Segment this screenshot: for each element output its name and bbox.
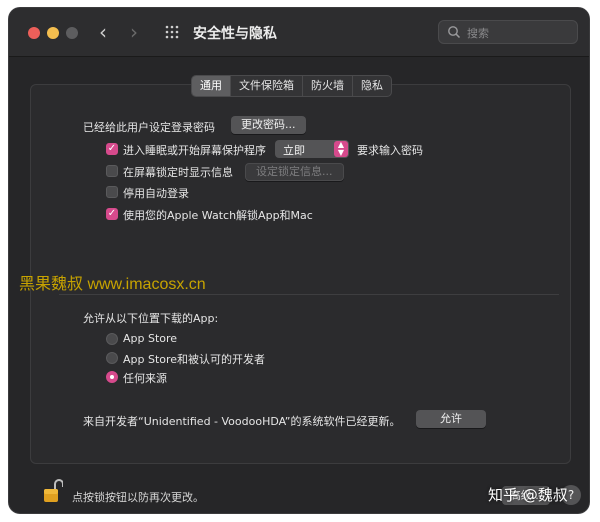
title-bar: ‹ › 安全性与隐私 搜索 xyxy=(9,8,589,57)
back-chevron-icon[interactable]: ‹ xyxy=(99,20,107,44)
disable-autologin-label: 停用自动登录 xyxy=(123,187,189,200)
forward-chevron-icon[interactable]: › xyxy=(130,20,138,44)
tab-general[interactable]: 通用 xyxy=(192,76,231,96)
downloads-heading: 允许从以下位置下载的App: xyxy=(83,312,219,325)
zhihu-watermark: 知乎 @魏叔 xyxy=(488,486,568,504)
apple-watch-label: 使用您的Apple Watch解锁App和Mac xyxy=(123,209,313,222)
close-button[interactable] xyxy=(28,27,40,39)
change-password-button[interactable]: 更改密码... xyxy=(231,116,306,134)
apple-watch-checkbox[interactable]: ✓ xyxy=(106,208,118,220)
show-message-label: 在屏幕锁定时显示信息 xyxy=(123,166,233,179)
zoom-button[interactable] xyxy=(66,27,78,39)
set-lock-message-button[interactable]: 设定锁定信息... xyxy=(245,163,344,181)
blocked-software-message: 来自开发者“Unidentified - VoodooHDA”的系统软件已经更新… xyxy=(83,415,401,428)
preferences-window: ‹ › 安全性与隐私 搜索 通用 文件保险箱 防火墙 隐私 已经给此用户设定登录… xyxy=(9,8,589,513)
require-password-label: 进入睡眠或开始屏幕保护程序 xyxy=(123,144,266,157)
section-divider xyxy=(59,294,559,295)
require-password-delay-value: 立即 xyxy=(283,144,305,157)
minimize-button[interactable] xyxy=(47,27,59,39)
search-icon xyxy=(448,26,461,39)
radio-anywhere-label: 任何来源 xyxy=(123,372,167,385)
window-title: 安全性与隐私 xyxy=(193,26,277,42)
tab-firewall[interactable]: 防火墙 xyxy=(303,76,353,96)
select-arrows-icon: ▲ ▼ xyxy=(334,141,348,157)
require-password-checkbox[interactable]: ✓ xyxy=(106,143,118,155)
allow-button[interactable]: 允许 xyxy=(416,410,486,428)
disable-autologin-checkbox[interactable] xyxy=(106,186,118,198)
site-watermark: 黑果魏叔 www.imacosx.cn xyxy=(19,276,206,293)
radio-app-store-identified-label: App Store和被认可的开发者 xyxy=(123,353,266,366)
radio-app-store-label: App Store xyxy=(123,332,178,345)
radio-app-store[interactable] xyxy=(106,333,118,345)
radio-anywhere[interactable] xyxy=(106,371,118,383)
unlocked-padlock-icon[interactable] xyxy=(43,478,63,504)
search-placeholder: 搜索 xyxy=(467,27,489,40)
require-password-suffix: 要求输入密码 xyxy=(357,144,423,157)
search-field[interactable]: 搜索 xyxy=(438,20,578,44)
lock-hint-text: 点按锁按钮以防再次更改。 xyxy=(72,491,204,504)
show-message-checkbox[interactable] xyxy=(106,165,118,177)
radio-app-store-identified[interactable] xyxy=(106,352,118,364)
tab-bar: 通用 文件保险箱 防火墙 隐私 xyxy=(191,75,392,97)
require-password-delay-select[interactable]: 立即 ▲ ▼ xyxy=(275,140,349,158)
password-set-label: 已经给此用户设定登录密码 xyxy=(83,121,215,134)
tab-privacy[interactable]: 隐私 xyxy=(353,76,391,96)
show-all-grid-icon[interactable] xyxy=(165,25,179,39)
tab-filevault[interactable]: 文件保险箱 xyxy=(231,76,303,96)
